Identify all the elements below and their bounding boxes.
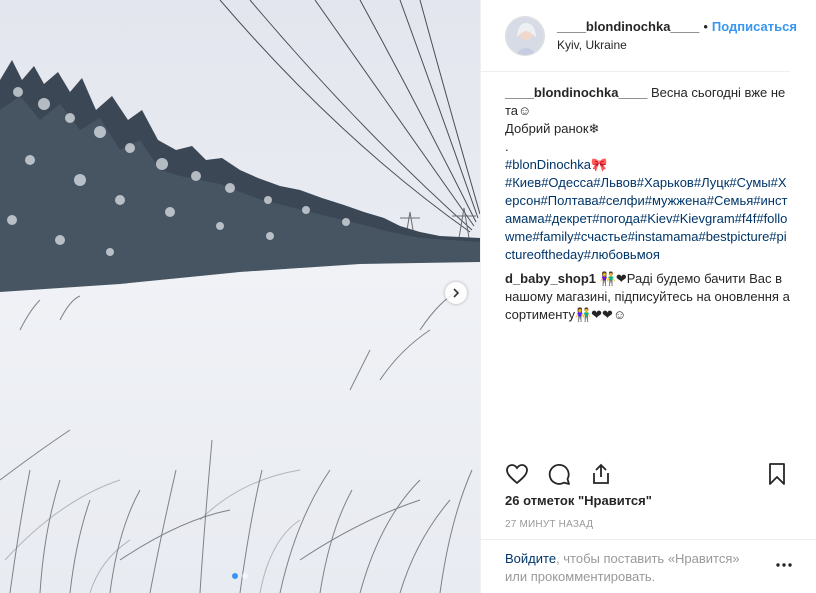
caption: ____blondinochka____ Весна сьогодні вже … [505, 84, 792, 264]
header-separator: • [703, 18, 708, 34]
chevron-right-icon [453, 288, 460, 298]
post-photo[interactable] [0, 0, 480, 593]
location-link[interactable]: Kyiv, Ukraine [557, 36, 797, 54]
caption-text: Добрий ранок❄ [505, 121, 600, 136]
avatar[interactable] [505, 15, 545, 56]
caption-hashtags[interactable]: #blonDinochka🎀 [505, 156, 792, 174]
carousel-dot [232, 573, 238, 579]
likes-count[interactable]: 26 отметок "Нравится" [505, 493, 652, 508]
post-timestamp[interactable]: 27 МИНУТ НАЗАД [505, 519, 593, 530]
comment-username[interactable]: d_baby_shop1 [505, 271, 596, 286]
comment-icon [548, 464, 570, 485]
post-header: ____blondinochka____ • Подписаться Kyiv,… [481, 0, 797, 72]
carousel-dot [242, 573, 248, 579]
action-bar [481, 456, 816, 492]
snowy-forest-image [0, 0, 480, 593]
carousel-indicator [0, 573, 480, 579]
like-button[interactable] [501, 458, 533, 490]
caption-hashtags[interactable]: #Киев#Одесса#Львов#Харьков#Луцк#Сумы#Хер… [505, 174, 792, 264]
post-sidebar: ____blondinochka____ • Подписаться Kyiv,… [480, 0, 816, 593]
header-username[interactable]: ____blondinochka____ [557, 18, 699, 36]
comments-section: ____blondinochka____ Весна сьогодні вже … [481, 72, 816, 440]
save-button[interactable] [761, 458, 793, 490]
login-link[interactable]: Войдите [505, 551, 556, 566]
caption-username[interactable]: ____blondinochka____ [505, 85, 647, 100]
bookmark-icon [769, 463, 785, 485]
share-icon [593, 463, 609, 484]
heart-icon [506, 464, 528, 485]
more-options-icon [776, 563, 792, 567]
more-options-button[interactable] [775, 556, 793, 571]
comment-item: d_baby_shop1 👫❤Раді будемо бачити Вас в … [505, 270, 792, 324]
caption-text: . [505, 139, 509, 154]
login-prompt: Войдите, чтобы поставить «Нравится» или … [481, 539, 816, 593]
avatar-image [506, 16, 544, 55]
share-button[interactable] [585, 458, 617, 490]
follow-button[interactable]: Подписаться [712, 18, 797, 36]
next-photo-button[interactable] [445, 282, 467, 304]
instagram-post: ____blondinochka____ • Подписаться Kyiv,… [0, 0, 816, 593]
login-prompt-text: Войдите, чтобы поставить «Нравится» или … [505, 550, 765, 586]
comment-button[interactable] [543, 458, 575, 490]
